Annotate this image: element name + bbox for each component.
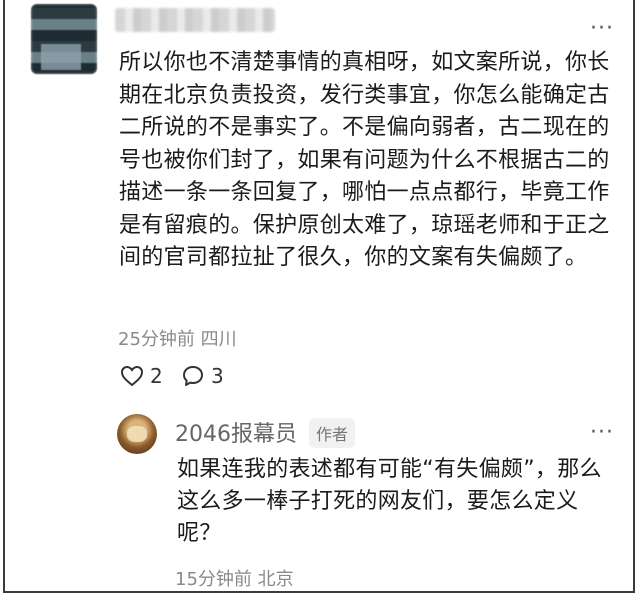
author-badge: 作者 [309,418,356,448]
comment-location: 四川 [200,329,237,350]
reply-meta: 15分钟前 北京 [175,565,294,591]
like-count: 2 [150,364,163,388]
like-button[interactable]: 2 [120,364,163,388]
comment-meta: 25分钟前 四川 [118,325,237,351]
more-options-icon[interactable]: ··· [590,18,614,40]
reply-button[interactable]: 3 [181,364,224,388]
reply-avatar[interactable] [117,414,157,454]
commenter-avatar-blurred[interactable] [31,4,97,74]
reply-count: 3 [211,364,224,388]
reply-time: 15分钟前 [175,569,252,590]
reply-username[interactable]: 2046报幕员 [175,416,297,448]
comment-time: 25分钟前 [118,329,195,350]
reply-more-options-icon[interactable]: ··· [590,422,614,444]
commenter-username-blurred[interactable] [115,8,275,32]
reply-body: 如果连我的表述都有可能“有失偏颇”，那么这么多一棒子打死的网友们，要怎么定义呢？ [177,457,602,546]
heart-icon [120,365,144,387]
reply-location: 北京 [257,569,294,590]
comment-thread: ··· 所以你也不清楚事情的真相呀，如文案所说，你长期在北京负责投资，发行类事宜… [3,0,635,593]
comment-body: 所以你也不清楚事情的真相呀，如文案所说，你长期在北京负责投资，发行类事宜，你怎么… [119,50,610,270]
comment-bubble-icon [183,366,203,386]
